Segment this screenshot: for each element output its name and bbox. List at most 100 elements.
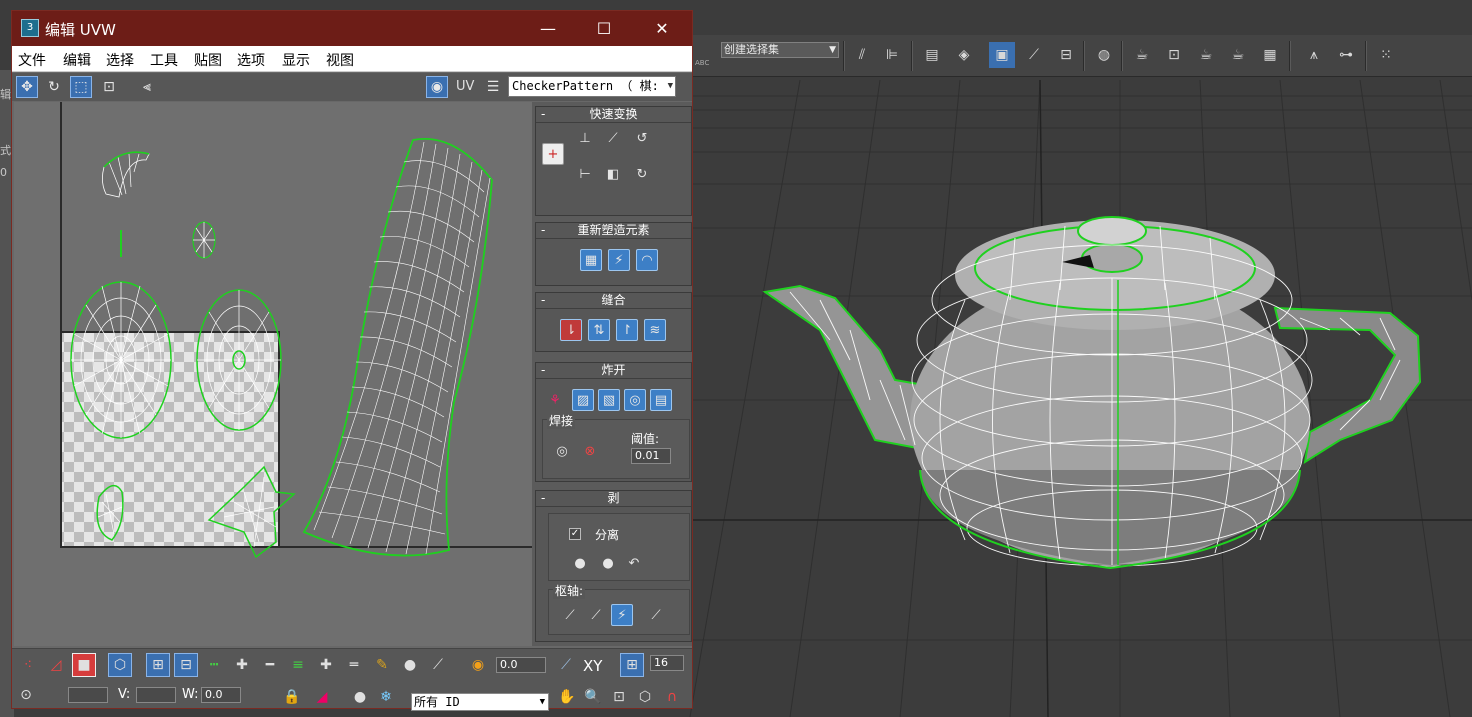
edge-mode-icon[interactable]: ◿ xyxy=(44,653,68,677)
menu-tools[interactable]: 工具 xyxy=(150,50,178,70)
menu-display[interactable]: 显示 xyxy=(282,50,310,70)
minimize-button[interactable]: — xyxy=(524,11,572,46)
menu-view[interactable]: 视图 xyxy=(326,50,354,70)
pin-edges-icon[interactable]: ⚡ xyxy=(611,604,633,626)
ring-icon[interactable]: ≡ xyxy=(286,653,310,677)
shrink-loop-icon[interactable]: ━ xyxy=(258,653,282,677)
explode-uv-icon[interactable]: ▤ xyxy=(650,389,672,411)
enlarge-brush-icon[interactable]: ● xyxy=(398,653,422,677)
rollout-header[interactable]: -剥 xyxy=(536,491,691,507)
weld-target-icon[interactable]: ◎ xyxy=(551,440,573,462)
menu-options[interactable]: 选项 xyxy=(237,50,265,70)
uv-shell-bottom[interactable] xyxy=(196,289,282,431)
peel-mode-icon[interactable]: ● xyxy=(597,552,619,574)
layer-manager-icon[interactable]: ▤ xyxy=(919,42,945,68)
collapse-toggle[interactable]: - xyxy=(541,107,545,122)
falloff-linear-icon[interactable]: ⟋ xyxy=(554,653,578,677)
collapse-toggle[interactable]: - xyxy=(541,363,545,378)
uv-shell-body[interactable] xyxy=(302,138,493,557)
lock-icon[interactable]: 🔒 xyxy=(280,685,304,709)
pivot-center-icon[interactable]: + xyxy=(542,143,564,165)
soft-selection-icon[interactable]: ◉ xyxy=(466,653,490,677)
hide-icon[interactable]: ◢ xyxy=(310,685,334,709)
break-icon[interactable]: ⚘ xyxy=(544,389,566,411)
shrink-brush-icon[interactable]: ⟋ xyxy=(426,653,450,677)
uv-shell-spout[interactable] xyxy=(102,151,150,198)
material-editor-icon[interactable]: ◍ xyxy=(1091,42,1117,68)
straighten-icon[interactable]: ▦ xyxy=(580,249,602,271)
uv-editor-canvas[interactable] xyxy=(14,102,532,646)
curve-editor-icon[interactable]: ⟋ xyxy=(1021,42,1047,68)
snap-icon[interactable]: ∩ xyxy=(660,685,684,709)
element-mode-icon[interactable]: ⬡ xyxy=(108,653,132,677)
hair-tool-icon[interactable]: ⩚ xyxy=(1301,42,1327,68)
paint-select-icon[interactable]: ✎ xyxy=(370,653,394,677)
grid-snap-icon[interactable]: ⊞ xyxy=(620,653,644,677)
move-tool-icon[interactable]: ✥ xyxy=(16,76,38,98)
rollout-header[interactable]: - 缝合 xyxy=(536,293,691,309)
grow-selection-icon[interactable]: ⊞ xyxy=(146,653,170,677)
light-icon[interactable]: ● xyxy=(348,685,372,709)
w-spinner[interactable]: 0.0 xyxy=(201,687,241,703)
menu-edit[interactable]: 编辑 xyxy=(63,50,91,70)
explode-material-icon[interactable]: ▧ xyxy=(598,389,620,411)
space-icon[interactable]: ◧ xyxy=(602,163,624,185)
relax-icon[interactable]: ⚡ xyxy=(608,249,630,271)
collapse-toggle[interactable]: - xyxy=(541,293,545,308)
rotate-tool-icon[interactable]: ↻ xyxy=(43,76,65,98)
material-id-dropdown[interactable]: 所有 ID ▼ xyxy=(411,693,549,711)
window-titlebar[interactable]: 3 编辑 UVW — ☐ ✕ xyxy=(12,11,692,46)
pin-icon[interactable]: ⟋ xyxy=(559,604,581,626)
explode-to-element-icon[interactable]: ◎ xyxy=(624,389,646,411)
grow-loop-icon[interactable]: ✚ xyxy=(230,653,254,677)
rotate-cw-icon[interactable]: ↻ xyxy=(631,163,653,185)
render-viewer-icon[interactable]: ▦ xyxy=(1257,42,1283,68)
pan-icon[interactable]: ✋ xyxy=(555,685,579,709)
render-iterative-icon[interactable]: ☕ xyxy=(1225,42,1251,68)
close-button[interactable]: ✕ xyxy=(638,11,686,46)
polygon-mode-icon[interactable]: ■ xyxy=(72,653,96,677)
freeform-tool-icon[interactable]: ⊡ xyxy=(98,76,120,98)
freeze-icon[interactable]: ❄ xyxy=(374,685,398,709)
absolute-mode-icon[interactable]: ⊙ xyxy=(14,683,38,707)
selection-set-dropdown[interactable]: 创建选择集 ▼ xyxy=(721,42,839,58)
menu-mapping[interactable]: 贴图 xyxy=(194,50,222,70)
grow-ring-icon[interactable]: ✚ xyxy=(314,653,338,677)
checker-pattern-dropdown[interactable]: CheckerPattern （ 棋: ▼ xyxy=(508,76,676,97)
quick-peel-icon[interactable]: ● xyxy=(569,552,591,574)
align-icon[interactable]: ⊫ xyxy=(879,42,905,68)
soft-falloff-spinner[interactable]: 0.0 xyxy=(496,657,546,673)
rollout-header[interactable]: - 重新塑造元素 xyxy=(536,223,691,239)
particle-view-icon[interactable]: ⁙ xyxy=(1373,42,1399,68)
reset-peel-icon[interactable]: ↶ xyxy=(623,552,645,574)
mirror-uv-icon[interactable]: ⫷ xyxy=(136,76,158,98)
zoom-region-icon[interactable]: ⊡ xyxy=(607,685,631,709)
measure-icon[interactable]: ⊶ xyxy=(1333,42,1359,68)
edge-loop-icon[interactable]: ┅ xyxy=(202,653,226,677)
weld-selected-icon[interactable]: ⊗ xyxy=(579,440,601,462)
map-list-icon[interactable]: ☰ xyxy=(482,76,504,98)
uv-shell-lid[interactable] xyxy=(70,281,172,439)
detach-checkbox[interactable]: ✓ xyxy=(569,528,581,540)
show-map-icon[interactable]: ◉ xyxy=(426,76,448,98)
shrink-ring-icon[interactable]: ═ xyxy=(342,653,366,677)
rollout-header[interactable]: - 快速变换 xyxy=(536,107,691,123)
vertex-mode-icon[interactable]: ⁖ xyxy=(16,653,40,677)
schematic-view-icon[interactable]: ⊟ xyxy=(1053,42,1079,68)
maximize-button[interactable]: ☐ xyxy=(580,11,628,46)
stitch-to-target-icon[interactable]: ⇂ xyxy=(560,319,582,341)
render-icon[interactable]: ☕ xyxy=(1193,42,1219,68)
render-setup-icon[interactable]: ☕ xyxy=(1129,42,1155,68)
stitch-custom-icon[interactable]: ≋ xyxy=(644,319,666,341)
stitch-to-source-icon[interactable]: ↾ xyxy=(616,319,638,341)
shrink-selection-icon[interactable]: ⊟ xyxy=(174,653,198,677)
mirror-icon[interactable]: ⫽ xyxy=(849,42,875,68)
threshold-spinner[interactable]: 0.01 xyxy=(631,448,671,464)
zoom-extents-icon[interactable]: ⬡ xyxy=(633,685,657,709)
explode-smoothing-icon[interactable]: ▨ xyxy=(572,389,594,411)
collapse-toggle[interactable]: - xyxy=(541,223,545,238)
rollout-header[interactable]: - 炸开 xyxy=(536,363,691,379)
xy-label[interactable]: XY xyxy=(583,657,602,675)
auto-pin-icon[interactable]: ⟋ xyxy=(645,604,667,626)
zoom-icon[interactable]: 🔍 xyxy=(581,685,605,709)
